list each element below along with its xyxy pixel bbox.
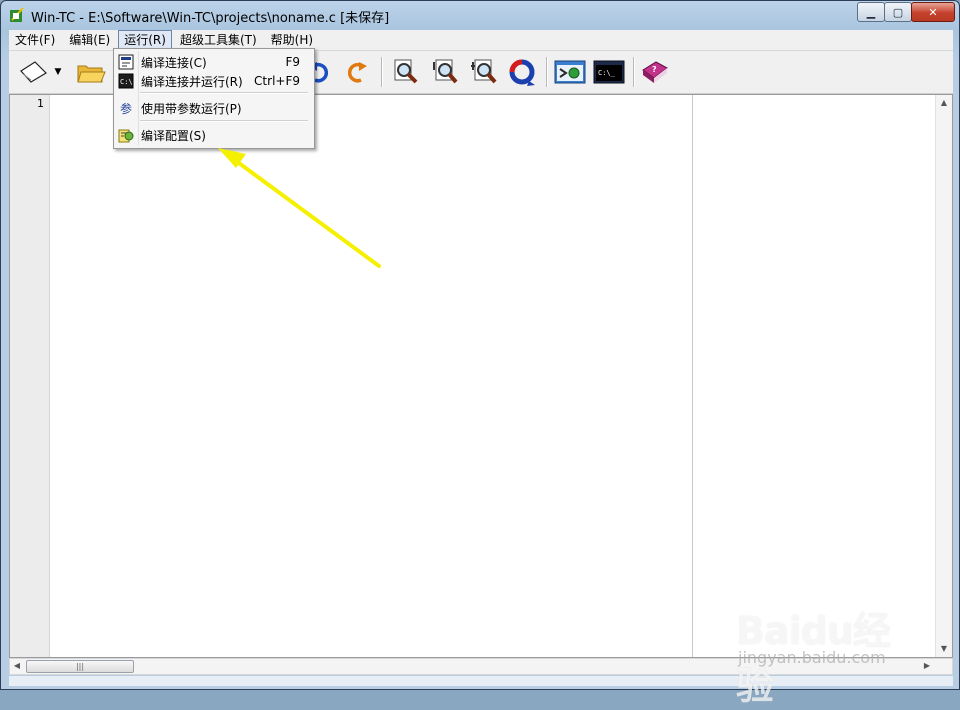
menu-item-compile-run[interactable]: C:\ 编译连接并运行(R) Ctrl+F9 — [116, 71, 312, 91]
find-next-icon — [433, 59, 458, 84]
menu-item-label: 编译配置(S) — [141, 128, 206, 143]
refresh-icon — [509, 59, 535, 86]
compile-config-icon — [118, 127, 134, 143]
menu-item-label: 使用带参数运行(P) — [141, 101, 242, 116]
minimize-icon: ▁ — [866, 5, 876, 19]
toolbar-separator — [633, 57, 635, 87]
compile-run-icon: C:\ — [118, 73, 134, 89]
maximize-button[interactable]: ▢ — [884, 2, 912, 22]
menu-item-shortcut: Ctrl+F9 — [254, 74, 300, 88]
minimize-button[interactable]: ▁ — [857, 2, 885, 22]
line-number-gutter: 1 — [10, 95, 50, 657]
close-icon: ✕ — [928, 5, 938, 19]
console-button[interactable]: C:\_ — [593, 56, 625, 88]
scroll-down-icon[interactable]: ▼ — [936, 641, 952, 657]
replace-button[interactable] — [468, 56, 500, 88]
new-dropdown-button[interactable]: ▼ — [49, 56, 67, 88]
menu-tools[interactable]: 超级工具集(T) — [174, 30, 263, 50]
menu-item-compile-link[interactable]: 编译连接(C) F9 — [116, 52, 312, 72]
menu-separator — [140, 120, 308, 122]
find-next-button[interactable] — [429, 56, 461, 88]
open-folder-button[interactable] — [75, 56, 107, 88]
new-file-button[interactable] — [17, 56, 49, 88]
redo-icon — [347, 62, 367, 83]
compile-settings-icon — [554, 60, 586, 84]
code-editor[interactable]: 1 ▲ ▼ — [9, 94, 953, 658]
help-button[interactable]: ? — [639, 56, 671, 88]
compile-link-icon — [118, 54, 134, 70]
toolbar-separator — [546, 57, 548, 87]
window-title: Win-TC - E:\Software\Win-TC\projects\non… — [31, 11, 390, 26]
wintc-app-icon — [9, 7, 25, 23]
find-button[interactable] — [390, 56, 422, 88]
menu-separator — [140, 92, 308, 94]
menu-item-compile-config[interactable]: 编译配置(S) — [116, 125, 312, 145]
find-icon — [394, 59, 418, 84]
run-menu-dropdown: 编译连接(C) F9 C:\ 编译连接并运行(R) Ctrl+F9 参 使用带参… — [113, 48, 315, 149]
menu-item-label: 编译连接并运行(R) — [141, 74, 243, 89]
compile-settings-button[interactable] — [554, 56, 586, 88]
horizontal-scroll-thumb[interactable]: ||| — [26, 660, 134, 673]
help-book-icon: ? — [642, 61, 668, 83]
toolbar-separator — [381, 57, 383, 87]
menu-item-label: 编译连接(C) — [141, 55, 207, 70]
open-folder-icon — [77, 65, 106, 83]
replace-icon — [471, 59, 497, 84]
new-file-icon — [20, 61, 47, 83]
console-icon: C:\_ — [593, 60, 625, 84]
run-params-icon: 参 — [119, 101, 132, 116]
refresh-button[interactable] — [506, 56, 538, 88]
chevron-down-icon: ▼ — [54, 67, 62, 77]
line-number: 1 — [37, 97, 44, 110]
menu-edit[interactable]: 编辑(E) — [63, 30, 116, 50]
baidu-watermark: Baidu经验 jingyan.baidu.com — [736, 600, 926, 708]
menu-run[interactable]: 运行(R) — [118, 30, 172, 50]
close-button[interactable]: ✕ — [911, 2, 955, 22]
svg-text:?: ? — [652, 65, 657, 74]
vertical-scrollbar[interactable]: ▲ ▼ — [935, 95, 952, 657]
menu-item-shortcut: F9 — [285, 55, 300, 69]
menu-file[interactable]: 文件(F) — [9, 30, 61, 50]
scroll-left-icon[interactable]: ◀ — [10, 659, 24, 673]
right-margin-guide — [692, 95, 693, 657]
watermark-url: jingyan.baidu.com — [738, 648, 886, 667]
maximize-icon: ▢ — [892, 5, 904, 19]
svg-text:C:\_: C:\_ — [598, 69, 616, 77]
menu-item-run-with-params[interactable]: 参 使用带参数运行(P) — [116, 98, 312, 118]
redo-button[interactable] — [341, 56, 373, 88]
title-bar[interactable]: Win-TC - E:\Software\Win-TC\projects\non… — [1, 1, 959, 29]
svg-text:C:\: C:\ — [120, 78, 133, 86]
menu-help[interactable]: 帮助(H) — [265, 30, 319, 50]
scroll-up-icon[interactable]: ▲ — [936, 95, 952, 111]
